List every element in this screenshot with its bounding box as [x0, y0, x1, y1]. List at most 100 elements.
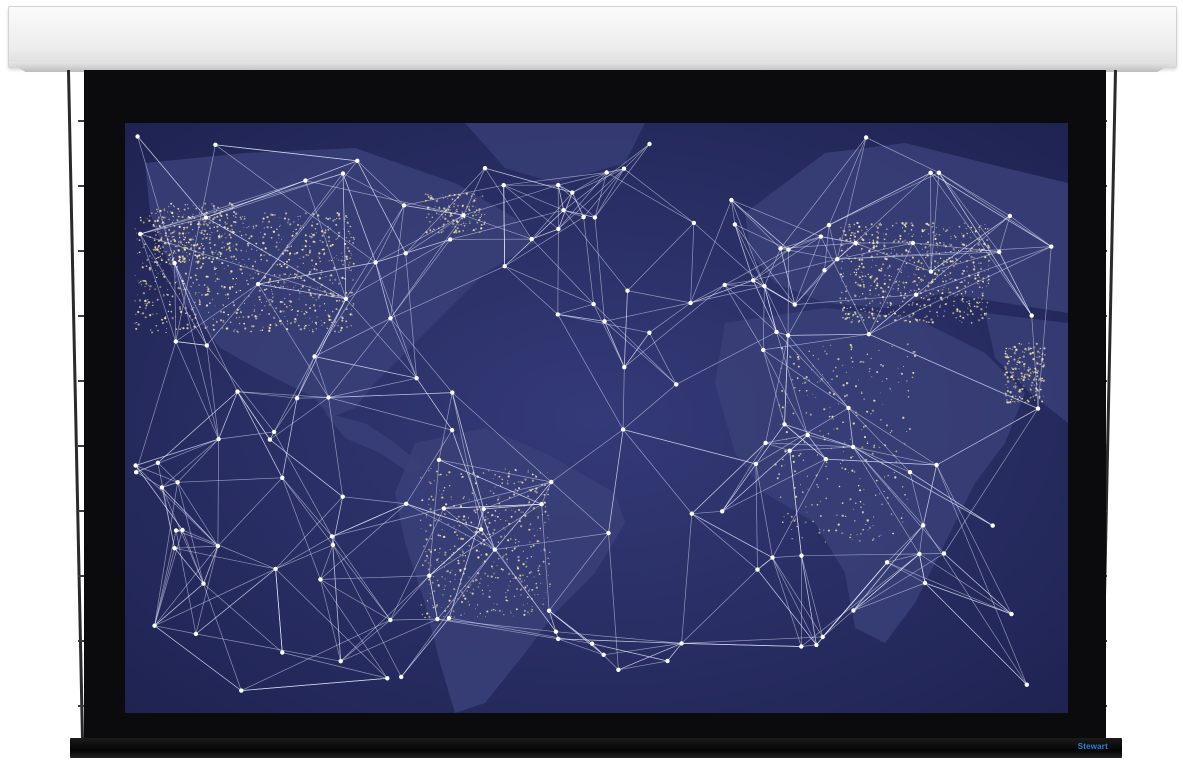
- city-light: [1023, 368, 1025, 370]
- city-light: [1012, 368, 1015, 371]
- city-light: [187, 241, 190, 244]
- city-light: [1018, 342, 1020, 345]
- network-node: [665, 658, 670, 664]
- city-light: [837, 403, 840, 405]
- city-light: [462, 518, 465, 521]
- city-light: [246, 279, 248, 282]
- city-light: [199, 205, 201, 207]
- city-light: [827, 529, 830, 532]
- city-light: [195, 207, 198, 210]
- city-light: [1036, 350, 1040, 353]
- city-light: [319, 305, 321, 307]
- city-light: [534, 594, 536, 596]
- city-light: [1004, 366, 1007, 369]
- city-light: [183, 244, 187, 247]
- network-node: [922, 580, 928, 586]
- city-light: [244, 216, 246, 218]
- network-node: [1029, 313, 1034, 318]
- city-light: [1011, 374, 1014, 377]
- city-light: [797, 356, 800, 359]
- city-light: [286, 286, 288, 287]
- city-light: [475, 578, 477, 580]
- city-light: [870, 357, 873, 360]
- city-light: [337, 231, 341, 234]
- city-light: [486, 533, 489, 536]
- network-node: [338, 659, 343, 664]
- city-light: [429, 524, 432, 527]
- city-light: [182, 257, 185, 260]
- city-light: [868, 526, 872, 529]
- city-light: [215, 250, 218, 252]
- city-light: [287, 277, 289, 279]
- city-light: [261, 329, 264, 332]
- city-light: [160, 318, 164, 321]
- city-light: [427, 562, 430, 564]
- city-light: [350, 269, 352, 271]
- city-light: [872, 446, 876, 449]
- city-light: [497, 499, 498, 501]
- city-light: [862, 239, 865, 242]
- city-light: [840, 267, 843, 269]
- city-light: [179, 307, 182, 311]
- city-light: [896, 279, 898, 281]
- city-light: [460, 600, 464, 604]
- city-light: [845, 382, 849, 385]
- network-node: [835, 257, 840, 262]
- city-light: [986, 280, 989, 282]
- city-light: [168, 262, 171, 265]
- city-light: [150, 329, 152, 331]
- city-light: [301, 245, 303, 247]
- city-light: [1023, 362, 1026, 366]
- city-light: [218, 278, 220, 280]
- city-light: [912, 222, 914, 224]
- city-light: [526, 575, 528, 578]
- city-light: [172, 239, 174, 241]
- city-light: [856, 315, 859, 318]
- city-light: [432, 498, 435, 501]
- city-light: [548, 563, 550, 565]
- city-light: [917, 260, 920, 263]
- city-light: [889, 301, 892, 304]
- city-light: [196, 267, 198, 270]
- network-node: [921, 523, 926, 528]
- city-light: [903, 229, 906, 233]
- city-light: [235, 243, 238, 246]
- city-light: [460, 473, 463, 475]
- city-light: [779, 424, 781, 425]
- city-light: [849, 312, 851, 314]
- city-light: [875, 245, 878, 248]
- city-light: [323, 252, 326, 256]
- city-light: [462, 222, 465, 224]
- city-light: [491, 609, 493, 611]
- city-light: [311, 233, 314, 235]
- city-light: [870, 278, 872, 280]
- city-light: [962, 301, 964, 303]
- network-node: [216, 436, 221, 442]
- city-light: [432, 605, 433, 606]
- city-light: [828, 415, 831, 418]
- city-light: [847, 317, 849, 319]
- city-light: [456, 227, 459, 230]
- city-light: [255, 242, 258, 245]
- city-light: [978, 262, 980, 264]
- city-light: [909, 259, 911, 261]
- city-light: [854, 281, 857, 284]
- city-light: [214, 280, 217, 283]
- city-light: [870, 376, 873, 378]
- city-light: [932, 293, 934, 296]
- city-light: [506, 558, 509, 561]
- city-light: [212, 328, 215, 331]
- city-light: [480, 554, 482, 556]
- city-light: [948, 243, 951, 245]
- city-light: [845, 290, 848, 293]
- city-light: [913, 234, 915, 236]
- city-light: [336, 254, 338, 256]
- city-light: [134, 322, 136, 325]
- city-light: [962, 269, 966, 273]
- city-light: [913, 261, 916, 264]
- network-node: [450, 390, 455, 395]
- city-light: [468, 603, 471, 606]
- city-light: [449, 581, 451, 583]
- city-light: [328, 315, 331, 318]
- city-light: [152, 313, 154, 315]
